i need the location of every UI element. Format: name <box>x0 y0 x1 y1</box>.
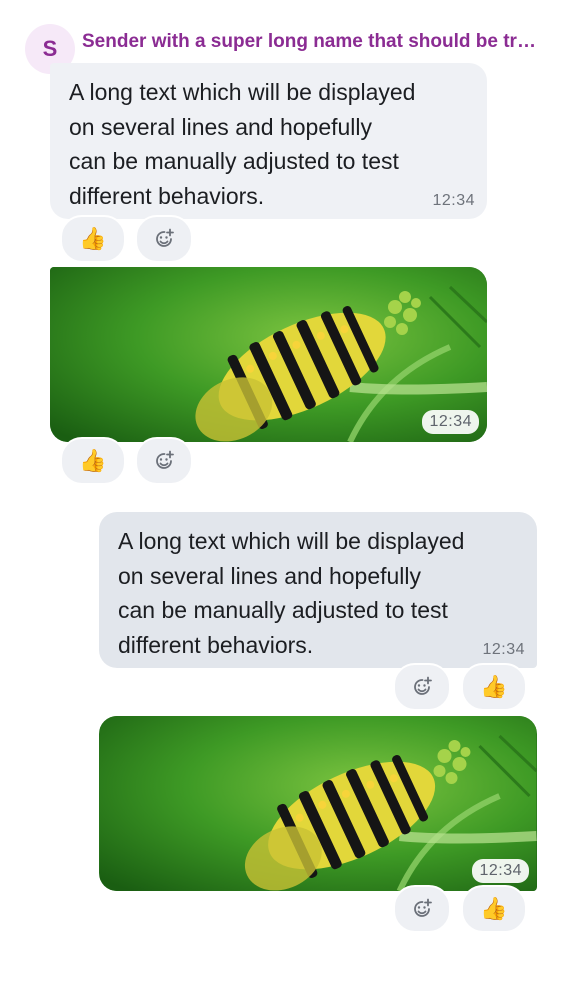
outgoing-image-message[interactable]: 12:34 <box>99 716 537 891</box>
incoming-text-bubble[interactable]: A long text which will be displayed on s… <box>50 63 487 219</box>
caterpillar-image <box>50 267 487 442</box>
add-reaction-icon <box>414 676 432 695</box>
message-line: on several lines and hopefully <box>118 562 422 589</box>
sender-name[interactable]: Sender with a super long name that shoul… <box>82 30 537 54</box>
message-timestamp: 12:34 <box>482 641 525 658</box>
message-timestamp: 12:34 <box>422 410 479 434</box>
message-timestamp: 12:34 <box>472 859 529 883</box>
thumbs-up-icon: 👍 <box>79 448 107 473</box>
thumbs-up-icon: 👍 <box>79 226 107 251</box>
thumbs-up-icon: 👍 <box>480 896 508 921</box>
outgoing-text-bubble[interactable]: A long text which will be displayed on s… <box>99 512 537 668</box>
message-timestamp: 12:34 <box>432 192 475 209</box>
reaction-thumbs-up[interactable]: 👍 <box>60 437 126 485</box>
add-reaction-icon <box>156 228 174 247</box>
message-line: different behaviors. <box>69 182 265 209</box>
message-text: A long text which will be displayed on s… <box>118 524 521 662</box>
message-line: can be manually adjusted to test <box>69 148 399 174</box>
reaction-thumbs-up[interactable]: 👍 <box>461 663 527 711</box>
add-reaction-button[interactable] <box>393 885 451 933</box>
caterpillar-image <box>99 716 537 891</box>
message-line: A long text which will be displayed <box>69 79 416 105</box>
add-reaction-icon <box>414 898 432 917</box>
message-line: on several lines and hopefully <box>69 113 373 140</box>
message-line: A long text which will be displayed <box>118 528 465 554</box>
add-reaction-button[interactable] <box>393 663 451 711</box>
add-reaction-button[interactable] <box>135 437 193 485</box>
message-line: can be manually adjusted to test <box>118 597 448 623</box>
add-reaction-icon <box>156 450 174 469</box>
add-reaction-button[interactable] <box>135 215 193 263</box>
message-text: A long text which will be displayed on s… <box>69 75 471 213</box>
reaction-thumbs-up[interactable]: 👍 <box>60 215 126 263</box>
reaction-thumbs-up[interactable]: 👍 <box>461 885 527 933</box>
thumbs-up-icon: 👍 <box>480 674 508 699</box>
message-line: different behaviors. <box>118 631 314 658</box>
incoming-image-message[interactable]: 12:34 <box>50 267 487 442</box>
